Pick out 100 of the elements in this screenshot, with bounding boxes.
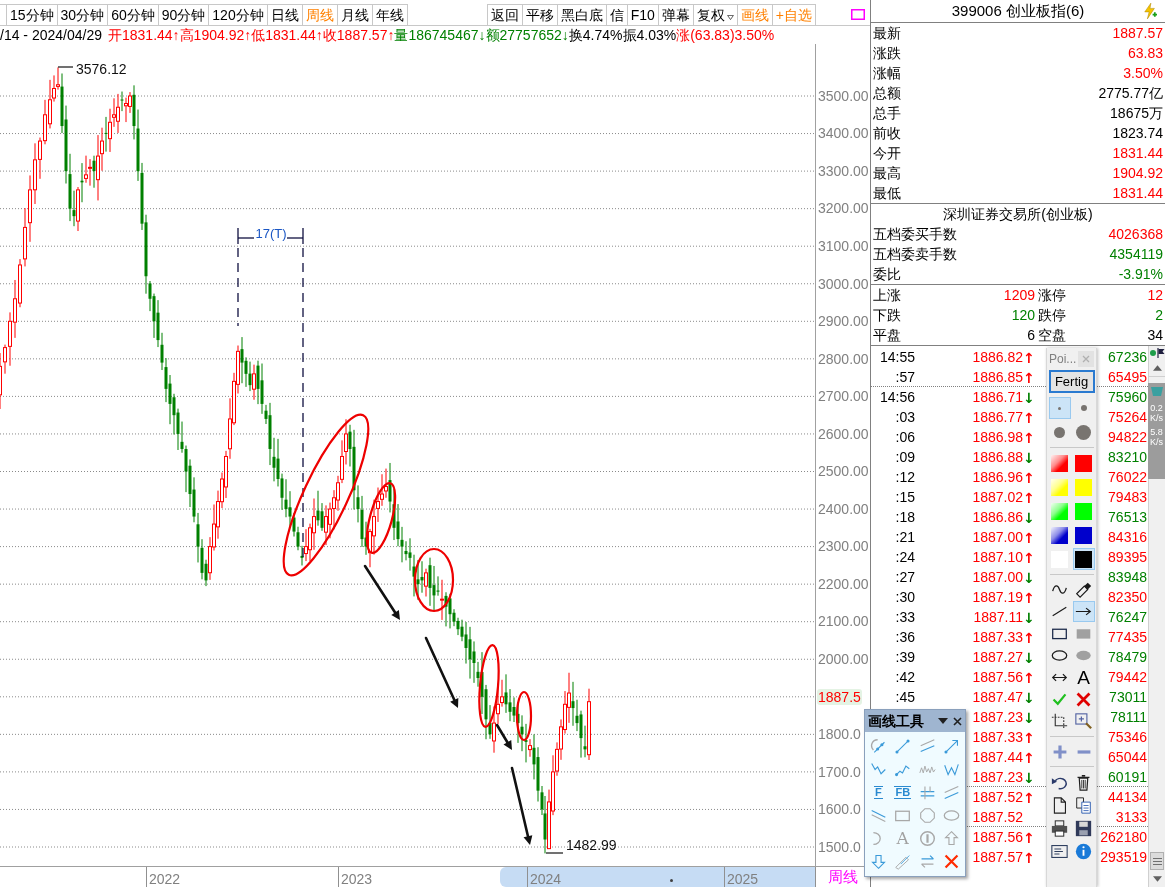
tick-volume: 76247 bbox=[1108, 608, 1148, 627]
trend-arrow: ↑ bbox=[1023, 789, 1035, 806]
eraser-icon bbox=[1075, 581, 1092, 598]
field-label: 跌停 bbox=[1037, 306, 1066, 325]
speed-value: 5.8 bbox=[1150, 427, 1163, 437]
down-arrow-icon bbox=[869, 853, 887, 870]
period-tab[interactable]: 15分钟 bbox=[7, 4, 58, 25]
period-tab[interactable]: 30分钟 bbox=[57, 4, 109, 25]
field-value: 1831.44 bbox=[1112, 143, 1163, 163]
axis-label: 2100.00 bbox=[817, 613, 869, 630]
tool-button[interactable]: F bbox=[866, 781, 891, 804]
tick-volume: 65044 bbox=[1108, 748, 1148, 767]
slant-lines-icon bbox=[943, 784, 961, 801]
tick-price: 1887.57 bbox=[972, 848, 1023, 867]
tick-price: 1887.44 bbox=[972, 748, 1023, 767]
tick-time: :57 bbox=[895, 368, 915, 387]
tick-volume: 76022 bbox=[1108, 468, 1148, 487]
tick-volume: 89395 bbox=[1108, 548, 1148, 567]
toolbar-button[interactable]: 复权 bbox=[692, 4, 737, 25]
axis-label: 2300.00 bbox=[817, 538, 869, 555]
tick-volume: 293519 bbox=[1100, 848, 1148, 867]
close-icon bbox=[953, 716, 962, 726]
axis-label: 2025 bbox=[726, 871, 759, 887]
period-tab[interactable]: 120分钟 bbox=[209, 4, 268, 25]
tick-price: 1886.71 bbox=[972, 388, 1023, 407]
trend-arrow: ↑ bbox=[1023, 629, 1035, 646]
w-zigzag-icon bbox=[943, 761, 961, 778]
tick-volume: 77435 bbox=[1108, 628, 1148, 647]
axis-label: 1700.0 bbox=[817, 763, 861, 780]
axis-label: 3300.00 bbox=[817, 162, 869, 179]
tick-price: 1887.00 bbox=[972, 528, 1023, 547]
tick-price: 1887.47 bbox=[972, 688, 1023, 707]
tick-price: 1886.77 bbox=[972, 408, 1023, 427]
period-tab[interactable]: 年线 bbox=[372, 4, 408, 25]
axis-label: 2200.00 bbox=[817, 575, 869, 592]
tick-price: 1887.23 bbox=[972, 768, 1023, 787]
field-label: 空盘 bbox=[1037, 326, 1066, 345]
tick-price: 1887.00 bbox=[972, 568, 1023, 587]
tick-price: 1887.11 bbox=[973, 608, 1023, 627]
close-button[interactable] bbox=[953, 716, 962, 726]
toolbar-button[interactable]: 返回 bbox=[486, 4, 522, 25]
trend-arrow: ↑ bbox=[1023, 349, 1035, 366]
field-value: 4354119 bbox=[1109, 244, 1163, 264]
toolbar-button[interactable]: F10 bbox=[626, 4, 658, 25]
tick-volume: 84316 bbox=[1108, 528, 1148, 547]
tick-volume: 73011 bbox=[1109, 688, 1148, 707]
quote-stat: 振4.03% bbox=[622, 26, 677, 44]
axis-label: 2000.00 bbox=[817, 650, 869, 667]
axis-label: 2024 bbox=[529, 871, 562, 887]
trend-arrow: ↓ bbox=[1023, 449, 1035, 466]
tick-volume: 76513 bbox=[1108, 508, 1148, 527]
axis-label: 1500.0 bbox=[817, 838, 861, 855]
quote-stat: 收1887.57↑ bbox=[322, 26, 395, 44]
trend-arrow: ↑ bbox=[1023, 729, 1035, 746]
tick-time: :36 bbox=[895, 628, 915, 647]
tick-volume: 78111 bbox=[1110, 708, 1148, 727]
trend-arrow: ↑ bbox=[1023, 749, 1035, 766]
axis-label: 2500.00 bbox=[817, 463, 869, 480]
dropdown-button[interactable] bbox=[938, 718, 948, 724]
scrollbar-thumb[interactable] bbox=[1150, 852, 1164, 870]
tool-button[interactable]: A bbox=[1072, 667, 1095, 688]
tick-volume: 75346 bbox=[1108, 728, 1148, 747]
caret-icon bbox=[938, 718, 948, 724]
toolbar-button[interactable]: 弹幕 bbox=[657, 4, 693, 25]
axis-label: 2400.00 bbox=[817, 500, 869, 517]
plus-icon bbox=[1051, 743, 1068, 760]
cross-icon bbox=[1075, 691, 1092, 708]
axis-label: 2700.00 bbox=[817, 388, 869, 405]
tick-time: :30 bbox=[895, 588, 915, 607]
period-tab[interactable]: 日线 bbox=[267, 4, 303, 25]
lightning-add-icon[interactable] bbox=[1143, 3, 1157, 19]
tool-button[interactable] bbox=[1072, 601, 1095, 622]
field-value: 1209 bbox=[1003, 286, 1035, 305]
tick-volume: 262180 bbox=[1100, 828, 1148, 847]
trend-arrow: ↑ bbox=[1023, 469, 1035, 486]
dot-size-button[interactable] bbox=[1048, 397, 1071, 419]
toolbar-button[interactable]: 平移 bbox=[521, 4, 557, 25]
tick-volume: 83210 bbox=[1108, 448, 1148, 467]
axis-label: 1600.0 bbox=[817, 801, 861, 818]
arc-dots-icon bbox=[869, 738, 887, 755]
tick-price: 1886.88 bbox=[972, 448, 1023, 467]
toolbar-button[interactable]: 黑白底 bbox=[556, 4, 606, 25]
period-tab[interactable]: 90分钟 bbox=[158, 4, 210, 25]
axis-label: 2022 bbox=[148, 871, 181, 887]
toolbar-button[interactable]: 信 bbox=[605, 4, 627, 25]
time-range-bar[interactable] bbox=[500, 867, 815, 887]
period-tab[interactable]: 月线 bbox=[337, 4, 373, 25]
checkmark-icon bbox=[1051, 691, 1068, 708]
tick-volume: 78479 bbox=[1108, 648, 1148, 667]
period-tab[interactable]: 60分钟 bbox=[108, 4, 159, 25]
square-icon[interactable] bbox=[851, 9, 865, 20]
field-label: 总额 bbox=[873, 83, 901, 103]
trend-arrow: ↑ bbox=[1023, 669, 1035, 686]
tick-price: 1887.19 bbox=[972, 588, 1023, 607]
quote-stat: 高1904.92↑ bbox=[179, 26, 252, 44]
tick-time: 14:56 bbox=[879, 388, 915, 407]
tool-button[interactable]: FB bbox=[890, 781, 915, 804]
trend-arrow: ↑ bbox=[1023, 589, 1035, 606]
done-button[interactable]: Fertig bbox=[1048, 370, 1095, 393]
field-label: 涨幅 bbox=[873, 63, 901, 83]
